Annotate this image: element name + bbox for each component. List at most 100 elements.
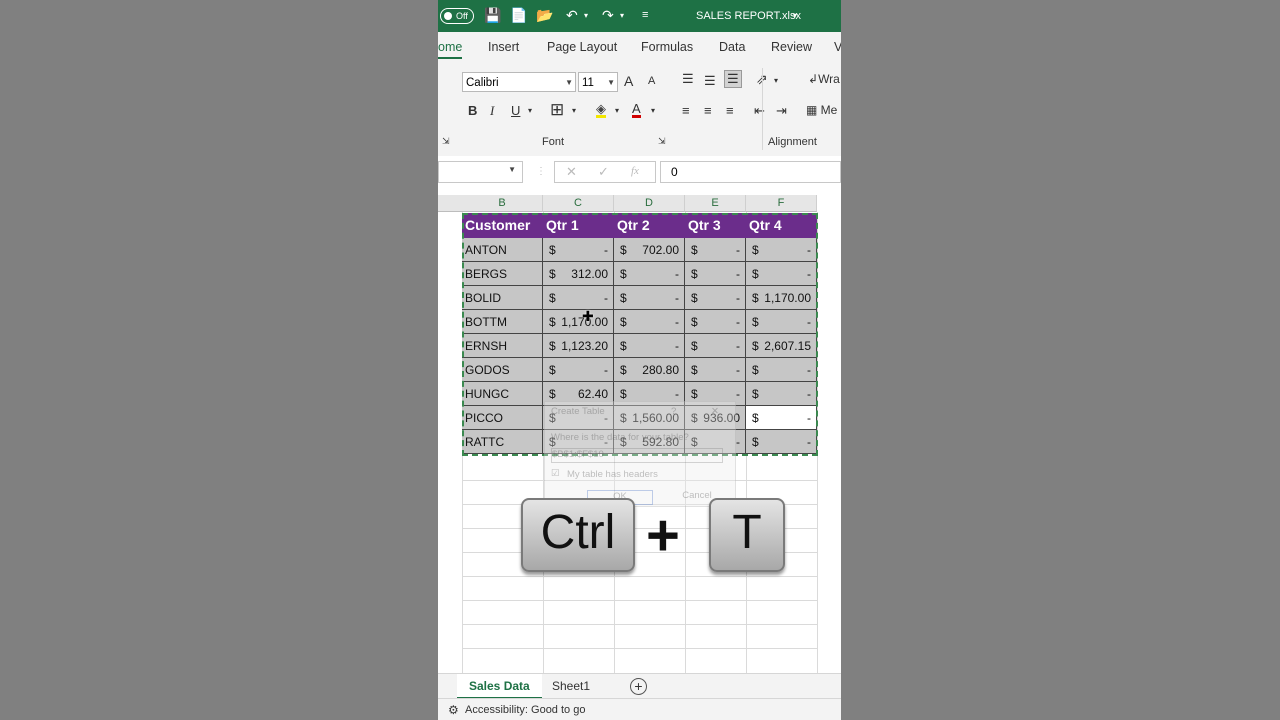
close-icon[interactable]: ✕ [711, 406, 719, 417]
redo-icon[interactable]: ↷ [602, 7, 614, 24]
font-size-box[interactable]: 11 ▼ [578, 72, 618, 92]
amount-cell[interactable]: $ - [543, 358, 614, 382]
customize-toolbar-icon[interactable]: ≡ [642, 9, 648, 21]
font-dialog-launcher-icon[interactable]: ⇲ [658, 136, 666, 147]
amount-cell[interactable]: $312.00 [543, 262, 614, 286]
tab-review[interactable]: Review [771, 40, 812, 54]
tab-view[interactable]: V [834, 40, 841, 54]
align-middle-icon[interactable]: ☰ [704, 73, 716, 89]
customer-cell[interactable]: BOTTM [462, 310, 543, 334]
table-header-qtr3[interactable]: Qtr 3 [685, 213, 746, 238]
bold-button[interactable]: B [468, 103, 477, 118]
name-box[interactable]: ▼ [438, 161, 523, 183]
wrap-text-button[interactable]: ↲Wra [808, 72, 840, 86]
customer-cell[interactable]: PICCO [462, 406, 543, 430]
table-header-qtr4[interactable]: Qtr 4 [746, 213, 817, 238]
save-icon[interactable]: 💾 [484, 7, 501, 24]
borders-icon[interactable]: ⊞ [550, 100, 564, 120]
amount-cell[interactable]: $ - [543, 286, 614, 310]
amount-cell[interactable]: $ - [746, 382, 817, 406]
tab-home[interactable]: ome [438, 40, 463, 59]
amount-cell[interactable]: $1,170.00 [746, 286, 817, 310]
amount-cell[interactable]: $ - [746, 358, 817, 382]
customer-cell[interactable]: RATTC [462, 430, 543, 454]
font-name-box[interactable]: Calibri ▼ [462, 72, 576, 92]
amount-cell[interactable]: $ - [746, 310, 817, 334]
dialog-launcher-icon[interactable]: ⇲ [442, 136, 450, 147]
amount-cell[interactable]: $ - [685, 286, 746, 310]
amount-cell[interactable]: $ - [614, 262, 685, 286]
range-input[interactable]: $B$1:$F$10 [551, 448, 723, 463]
align-center-icon[interactable]: ≡ [704, 103, 712, 118]
amount-cell[interactable]: $ - [543, 238, 614, 262]
amount-cell[interactable]: $ - [685, 262, 746, 286]
amount-cell[interactable]: $ - [685, 238, 746, 262]
active-cell[interactable]: $ - [746, 406, 817, 430]
column-header-c[interactable]: C [543, 195, 614, 212]
formula-input[interactable]: 0 [660, 161, 841, 183]
amount-cell[interactable]: $ - [685, 334, 746, 358]
tab-page-layout[interactable]: Page Layout [547, 40, 617, 54]
open-folder-icon[interactable]: 📂 [536, 7, 553, 24]
align-right-icon[interactable]: ≡ [726, 103, 734, 118]
accessibility-icon[interactable]: ⚙ [448, 699, 459, 720]
customer-cell[interactable]: ANTON [462, 238, 543, 262]
enter-icon[interactable]: ✓ [598, 164, 609, 180]
decrease-indent-icon[interactable]: ⇤ [754, 103, 765, 119]
title-dropdown-icon[interactable]: ▾ [793, 11, 797, 20]
column-header-e[interactable]: E [685, 195, 746, 212]
amount-cell[interactable]: $2,607.15 [746, 334, 817, 358]
amount-cell[interactable]: $280.80 [614, 358, 685, 382]
cancel-icon[interactable]: ✕ [566, 164, 577, 180]
shrink-font-icon[interactable]: A [648, 75, 655, 87]
column-header-d[interactable]: D [614, 195, 685, 212]
font-color-dropdown-icon[interactable]: ▾ [651, 106, 655, 115]
fill-dropdown-icon[interactable]: ▾ [615, 106, 619, 115]
align-left-icon[interactable]: ≡ [682, 103, 690, 118]
sheet-tab-sheet1[interactable]: Sheet1 [540, 674, 602, 699]
merge-center-button[interactable]: ▦ Me [806, 103, 837, 117]
column-header-f[interactable]: F [746, 195, 817, 212]
customer-cell[interactable]: BOLID [462, 286, 543, 310]
underline-dropdown-icon[interactable]: ▾ [528, 106, 532, 115]
table-header-customer[interactable]: Customer [462, 213, 543, 238]
increase-indent-icon[interactable]: ⇥ [776, 103, 787, 119]
amount-cell[interactable]: $ - [614, 286, 685, 310]
amount-cell[interactable]: $1,123.20 [543, 334, 614, 358]
autosave-toggle[interactable]: Off [440, 8, 474, 24]
create-table-dialog[interactable]: Create Table ? ✕ Where is the data for y… [544, 401, 736, 507]
italic-button[interactable]: I [490, 103, 494, 119]
borders-dropdown-icon[interactable]: ▾ [572, 106, 576, 115]
tab-data[interactable]: Data [719, 40, 745, 54]
amount-cell[interactable]: $ - [614, 310, 685, 334]
underline-button[interactable]: U [511, 103, 520, 118]
customer-cell[interactable]: HUNGC [462, 382, 543, 406]
undo-icon[interactable]: ↶ [566, 7, 578, 24]
amount-cell[interactable]: $ - [746, 262, 817, 286]
tab-insert[interactable]: Insert [488, 40, 519, 54]
amount-cell[interactable]: $ - [614, 334, 685, 358]
amount-cell[interactable]: $ - [746, 430, 817, 454]
customer-cell[interactable]: BERGS [462, 262, 543, 286]
select-all-corner[interactable] [438, 195, 462, 212]
insert-function-icon[interactable]: fx [631, 165, 639, 177]
headers-checkbox[interactable]: ☑ [551, 468, 560, 479]
amount-cell[interactable]: $702.00 [614, 238, 685, 262]
redo-dropdown-icon[interactable]: ▾ [620, 11, 624, 20]
amount-cell[interactable]: $ - [746, 238, 817, 262]
add-sheet-button[interactable]: + [630, 678, 647, 695]
table-header-qtr2[interactable]: Qtr 2 [614, 213, 685, 238]
accessibility-status[interactable]: Accessibility: Good to go [465, 699, 585, 720]
grow-font-icon[interactable]: A [624, 73, 633, 89]
table-header-qtr1[interactable]: Qtr 1 [543, 213, 614, 238]
customer-cell[interactable]: GODOS [462, 358, 543, 382]
undo-dropdown-icon[interactable]: ▾ [584, 11, 588, 20]
column-header-b[interactable]: B [462, 195, 543, 212]
orientation-dropdown-icon[interactable]: ▾ [774, 76, 778, 85]
amount-cell[interactable]: $ - [685, 358, 746, 382]
font-color-icon[interactable]: A [632, 102, 641, 118]
customer-cell[interactable]: ERNSH [462, 334, 543, 358]
tab-formulas[interactable]: Formulas [641, 40, 693, 54]
sheet-tab-sales-data[interactable]: Sales Data [457, 674, 542, 699]
fill-color-icon[interactable]: ◈ [596, 102, 606, 118]
